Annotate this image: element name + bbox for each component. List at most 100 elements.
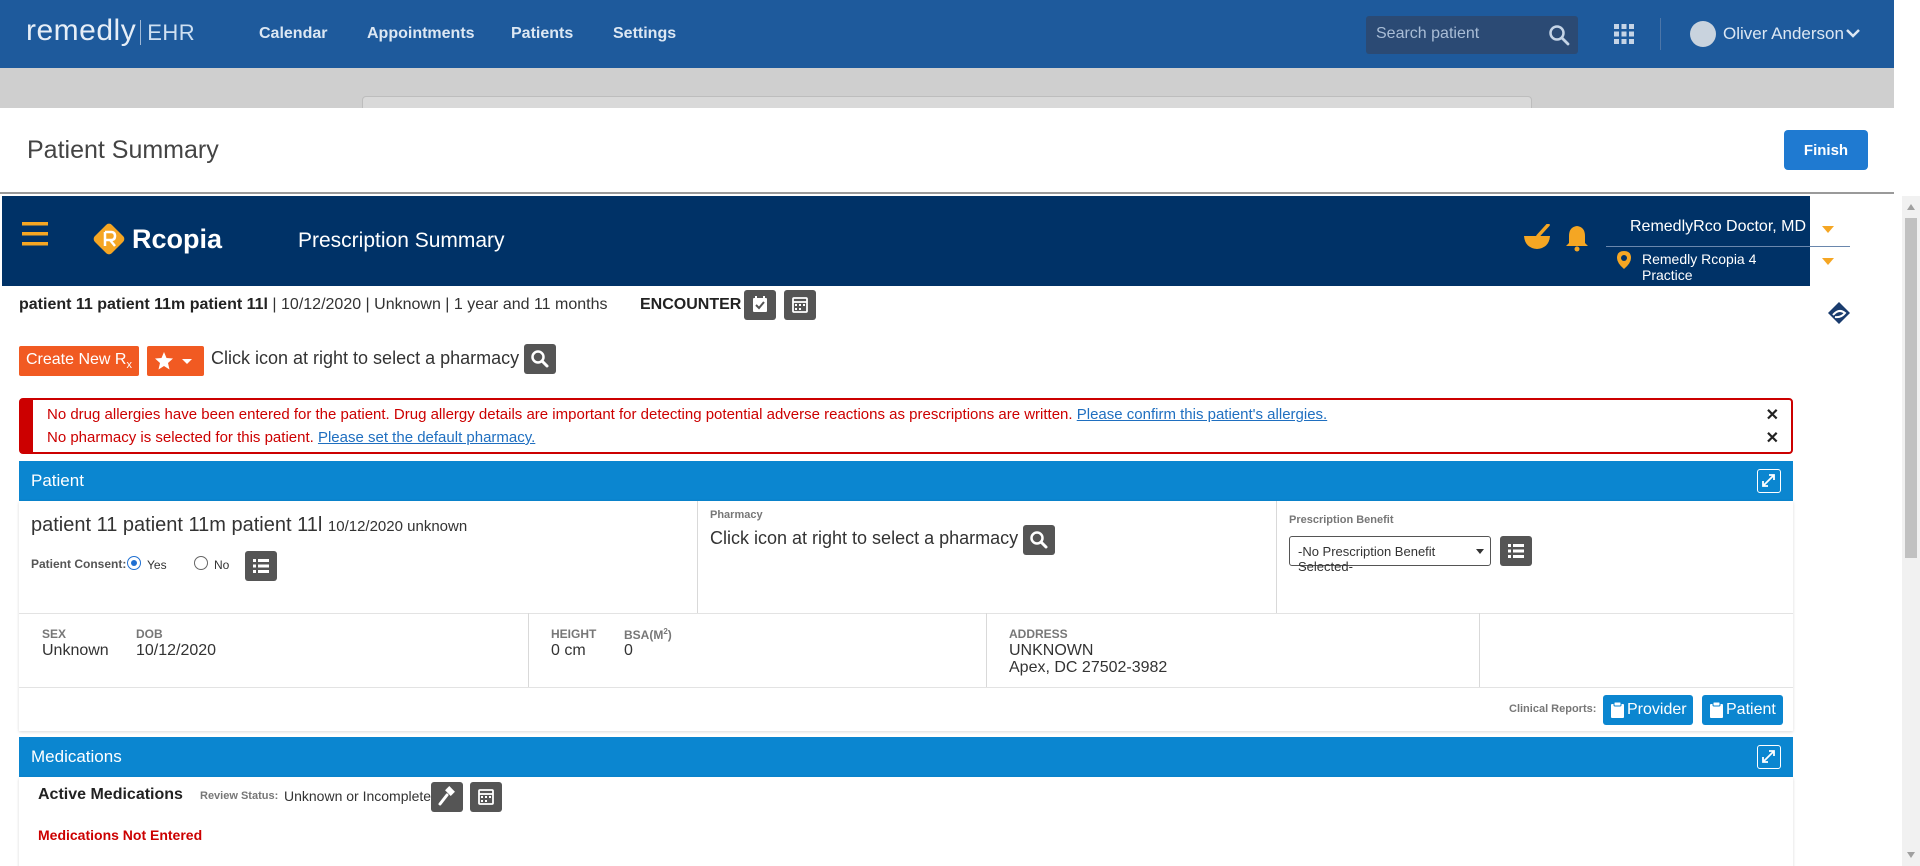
user-name[interactable]: Oliver Anderson <box>1723 24 1844 44</box>
doctor-caret-icon[interactable] <box>1822 226 1834 233</box>
header-divider <box>1606 246 1850 247</box>
height-value: 0 cm <box>551 642 586 659</box>
height-label: HEIGHT <box>551 627 597 641</box>
collapse-icon[interactable] <box>1757 469 1781 493</box>
benefit-list-button[interactable] <box>1500 536 1532 566</box>
patient-panel-header: Patient <box>19 461 1793 501</box>
sex-label: SEX <box>42 627 67 641</box>
rcopia-logo-icon <box>93 223 125 255</box>
benefit-label: Prescription Benefit <box>1289 514 1394 526</box>
hamburger-menu-icon[interactable] <box>22 222 48 246</box>
divider <box>697 501 698 613</box>
calendar-icon <box>478 789 494 805</box>
nav-patients[interactable]: Patients <box>511 25 573 43</box>
encounter-check-button[interactable] <box>744 290 776 320</box>
pharmacy-search-button[interactable] <box>524 344 556 374</box>
medications-panel-body: Active Medications Review Status: Unknow… <box>19 777 1793 866</box>
consent-yes-radio[interactable] <box>127 556 141 570</box>
patient-panel-body: patient 11 patient 11m patient 11l 10/12… <box>19 501 1793 731</box>
finish-button[interactable]: Finish <box>1784 130 1868 170</box>
divider <box>528 613 529 687</box>
pharmacy-value: Click icon at right to select a pharmacy <box>710 528 1019 548</box>
search-icon <box>1030 531 1048 549</box>
set-pharmacy-link[interactable]: Please set the default pharmacy. <box>318 429 535 446</box>
divider <box>19 613 1793 614</box>
frame-scrollbar[interactable] <box>1902 196 1920 866</box>
calendar-check-icon <box>753 296 767 312</box>
side-widget-icon[interactable] <box>1822 296 1856 330</box>
medications-empty-text: Medications Not Entered <box>38 827 203 843</box>
dob-label: DOB <box>136 627 163 641</box>
location-pin-icon <box>1617 251 1631 269</box>
provider-report-button[interactable]: Provider <box>1603 695 1693 725</box>
patient-search <box>1366 16 1578 54</box>
consent-label: Patient Consent: <box>31 557 127 571</box>
review-calendar-button[interactable] <box>470 782 502 812</box>
close-icon[interactable]: ✕ <box>1766 405 1779 425</box>
favorites-dropdown-button[interactable] <box>147 346 204 376</box>
close-icon[interactable]: ✕ <box>1766 428 1779 448</box>
bsa-value: 0 <box>624 642 633 659</box>
encounter-calendar-button[interactable] <box>784 290 816 320</box>
create-rx-button[interactable]: Create New Rx <box>19 346 139 376</box>
allergy-alert: No drug allergies have been entered for … <box>47 406 1328 423</box>
consent-list-button[interactable] <box>245 551 277 581</box>
clipboard-icon <box>1710 702 1723 718</box>
top-navbar: remedly EHR Calendar Appointments Patient… <box>0 0 1894 68</box>
consent-no-label: No <box>214 558 230 572</box>
tab-strip <box>0 68 1894 110</box>
pharmacy-search-button-2[interactable] <box>1023 525 1055 555</box>
list-icon <box>1508 544 1524 558</box>
practice-select[interactable]: Remedly Rcopia 4 Practice <box>1642 251 1810 283</box>
consent-no-radio[interactable] <box>194 556 208 570</box>
rcopia-logo-text: Rcopia <box>132 224 223 254</box>
divider <box>986 613 987 687</box>
patient-report-button[interactable]: Patient <box>1702 695 1783 725</box>
search-input[interactable] <box>1376 25 1536 43</box>
doctor-select[interactable]: RemedlyRco Doctor, MD <box>1630 218 1806 236</box>
medications-panel-title: Medications <box>31 747 122 766</box>
expand-icon[interactable] <box>1757 745 1781 769</box>
calendar-icon <box>792 297 808 313</box>
dob-value: 10/12/2020 <box>136 642 217 659</box>
sex-value: Unknown <box>42 642 109 659</box>
review-status-label: Review Status: <box>200 790 279 802</box>
alert-box: No drug allergies have been entered for … <box>19 398 1793 454</box>
avatar[interactable] <box>1690 21 1716 47</box>
nav-settings[interactable]: Settings <box>613 25 676 43</box>
apps-grid-icon[interactable] <box>1614 24 1634 44</box>
gavel-icon <box>438 786 455 806</box>
active-medications-heading: Active Medications <box>38 786 183 803</box>
bsa-label: BSA(M2) <box>624 627 672 642</box>
scroll-thumb[interactable] <box>1905 218 1917 558</box>
review-status-value: Unknown or Incomplete <box>284 788 432 804</box>
scroll-down-arrow[interactable] <box>1907 852 1915 858</box>
address-label: ADDRESS <box>1009 627 1068 641</box>
chevron-down-icon[interactable] <box>1846 28 1860 38</box>
pharmacy-alert: No pharmacy is selected for this patient… <box>47 429 536 446</box>
bell-icon[interactable] <box>1565 224 1589 252</box>
search-icon <box>531 350 549 368</box>
divider <box>1479 613 1480 687</box>
rcopia-frame: Rcopia Prescription Summary RemedlyRco D… <box>0 196 1894 866</box>
page-title: Patient Summary <box>27 136 219 164</box>
divider <box>1276 501 1277 613</box>
divider <box>19 687 1793 688</box>
search-icon[interactable] <box>1548 24 1570 46</box>
list-icon <box>253 559 269 573</box>
patient-info-line: patient 11 patient 11m patient 11l | 10/… <box>19 296 608 313</box>
address-line2: Apex, DC 27502-3982 <box>1009 659 1168 676</box>
practice-caret-icon[interactable] <box>1822 258 1834 265</box>
medications-panel-header: Medications <box>19 737 1793 777</box>
mortar-pestle-icon[interactable] <box>1522 224 1552 252</box>
scroll-up-arrow[interactable] <box>1907 204 1915 210</box>
app-logo[interactable]: remedly EHR <box>26 14 196 48</box>
nav-calendar[interactable]: Calendar <box>259 25 327 43</box>
pharmacy-label: Pharmacy <box>710 509 763 521</box>
benefit-select[interactable]: -No Prescription Benefit Selected- <box>1289 536 1491 574</box>
review-gavel-button[interactable] <box>431 782 463 812</box>
confirm-allergies-link[interactable]: Please confirm this patient's allergies. <box>1077 406 1327 423</box>
consent-yes-label: Yes <box>147 558 167 572</box>
patient-name: patient 11 patient 11m patient 11l 10/12… <box>31 514 468 536</box>
nav-appointments[interactable]: Appointments <box>367 25 475 43</box>
